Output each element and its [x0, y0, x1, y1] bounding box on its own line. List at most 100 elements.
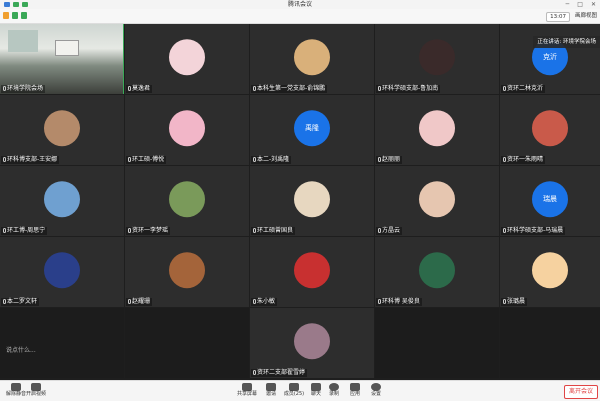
- participant-tile[interactable]: 莫逸君: [125, 24, 249, 94]
- minimize-icon[interactable]: ─: [566, 1, 570, 8]
- start-video-button[interactable]: 开启视频: [22, 383, 50, 398]
- meeting-timer: 13:07: [546, 12, 570, 22]
- participant-name-text: 环科博支部-王安娜: [7, 156, 58, 163]
- participant-name: 莫逸君: [126, 85, 153, 93]
- empty-tile: [500, 308, 600, 378]
- participant-tile[interactable]: 克沂 资环二林克沂: [500, 24, 600, 94]
- participant-name-text: 环工硕曾国良: [257, 227, 294, 234]
- participant-tile[interactable]: 赵耀珊: [125, 237, 249, 307]
- mic-muted-icon: [378, 299, 381, 304]
- avatar: [419, 110, 455, 147]
- participant-tile[interactable]: 环工硕曾国良: [250, 166, 374, 236]
- camera-icon: [31, 383, 41, 391]
- participant-name: 资环二林克沂: [501, 85, 546, 93]
- participant-tile[interactable]: 环科学硕支部-鲁加南: [375, 24, 499, 94]
- mic-muted-icon: [3, 299, 6, 304]
- avatar-initials: 禹隆: [294, 110, 330, 147]
- participant-name: 环工硕-傅悦: [126, 156, 167, 164]
- participant-tile[interactable]: 赵丽丽: [375, 95, 499, 165]
- mic-muted-icon: [3, 228, 6, 233]
- participant-name: 本科生第一党支部-俞锦鹏: [251, 85, 328, 93]
- active-speaker-tip: 正在讲话: 环境学院会场: [533, 36, 600, 48]
- participant-tile[interactable]: 资环二支部翟雪婷: [250, 308, 374, 378]
- participant-name-text: 资环一朱雨晴: [507, 156, 544, 163]
- participant-tile[interactable]: 本科生第一党支部-俞锦鹏: [250, 24, 374, 94]
- window-title: 腾讯会议: [287, 1, 312, 8]
- participant-name-text: 环工硕-傅悦: [132, 156, 165, 163]
- avatar: [169, 39, 205, 76]
- bottom-toolbar: 解除静音 开启视频 共享屏幕 邀请 成员(25) 聊天 录制 应用 设置 离开会…: [0, 380, 600, 401]
- participant-name: 赵丽丽: [376, 156, 403, 164]
- mic-muted-icon: [503, 157, 506, 162]
- avatar: [419, 181, 455, 218]
- view-toggle-button[interactable]: 画廊视图: [575, 12, 597, 20]
- security-icon[interactable]: [12, 12, 18, 19]
- participant-tile[interactable]: 环科博 吴俊良: [375, 237, 499, 307]
- avatar: [419, 252, 455, 289]
- apps-icon: [350, 383, 360, 391]
- avatar: [44, 181, 80, 218]
- participant-name-text: 本二罗文轩: [7, 298, 38, 305]
- participant-name: 资环二支部翟雪婷: [251, 369, 308, 377]
- participant-tile[interactable]: 方晶云: [375, 166, 499, 236]
- participant-name-text: 张璐晨: [507, 298, 526, 305]
- mic-muted-icon: [253, 370, 256, 375]
- participant-name-text: 赵丽丽: [382, 156, 401, 163]
- participant-name-text: 莫逸君: [132, 85, 151, 92]
- participant-name-text: 资环二支部翟雪婷: [257, 369, 306, 376]
- participant-tile[interactable]: 环境学院会场: [0, 24, 124, 94]
- mic-muted-icon: [503, 86, 506, 91]
- participant-name-text: 朱小敏: [257, 298, 276, 305]
- participant-name: 朱小敏: [251, 298, 278, 306]
- mic-muted-icon: [128, 86, 131, 91]
- avatar: [532, 110, 568, 147]
- avatar: [44, 110, 80, 147]
- info-icon[interactable]: [3, 12, 9, 19]
- avatar: [169, 252, 205, 289]
- participant-name: 赵耀珊: [126, 298, 153, 306]
- participant-tile[interactable]: 瑞晨环科学硕支部-马瑞晨: [500, 166, 600, 236]
- leave-meeting-button[interactable]: 离开会议: [563, 385, 598, 399]
- participant-name-text: 赵耀珊: [132, 298, 151, 305]
- participant-name-text: 环科博 吴俊良: [382, 298, 420, 305]
- mic-muted-icon: [253, 157, 256, 162]
- participant-name: 环科学硕支部-马瑞晨: [501, 227, 566, 235]
- video-feed: [0, 24, 123, 94]
- participant-tile[interactable]: 资环一李梦瑶: [125, 166, 249, 236]
- maximize-icon[interactable]: □: [577, 1, 583, 8]
- participant-grid: 环境学院会场 莫逸君 本科生第一党支部-俞锦鹏 环科学硕支部-鲁加南 克沂 资环二林克沂环…: [0, 24, 600, 380]
- share-screen-icon: [242, 383, 252, 391]
- avatar-initials: 瑞晨: [532, 181, 568, 218]
- mic-muted-icon: [253, 228, 256, 233]
- mic-muted-icon: [253, 299, 256, 304]
- participant-name-text: 方晶云: [382, 227, 401, 234]
- participant-tile[interactable]: 禹隆本二-刘禹隆: [250, 95, 374, 165]
- network-icon[interactable]: [21, 12, 27, 19]
- meeting-status-icons: [3, 12, 27, 19]
- mic-muted-icon: [128, 157, 131, 162]
- participant-name-text: 资环一李梦瑶: [132, 227, 169, 234]
- gear-icon: [371, 383, 381, 391]
- participant-tile[interactable]: 环工博-周思宁: [0, 166, 124, 236]
- participant-tile[interactable]: 环科博支部-王安娜: [0, 95, 124, 165]
- participant-tile[interactable]: 环工硕-傅悦: [125, 95, 249, 165]
- participant-name-text: 本科生第一党支部-俞锦鹏: [257, 85, 326, 92]
- empty-tile: [375, 308, 499, 378]
- empty-tile: [0, 308, 124, 378]
- participant-tile[interactable]: 朱小敏: [250, 237, 374, 307]
- avatar: [294, 323, 330, 360]
- participant-tile[interactable]: 张璐晨: [500, 237, 600, 307]
- close-icon[interactable]: ✕: [591, 1, 596, 8]
- participant-name: 环工硕曾国良: [251, 227, 296, 235]
- mic-muted-icon: [3, 86, 6, 91]
- participant-name-text: 本二-刘禹隆: [257, 156, 290, 163]
- participant-tile[interactable]: 本二罗文轩: [0, 237, 124, 307]
- avatar: [294, 181, 330, 218]
- settings-button[interactable]: 设置: [362, 383, 390, 398]
- participant-tile[interactable]: 资环一朱雨晴: [500, 95, 600, 165]
- chat-input-snippet[interactable]: 说点什么...: [6, 345, 36, 354]
- mic-muted-icon: [503, 299, 506, 304]
- participant-name: 环工博-周思宁: [1, 227, 48, 235]
- mic-muted-icon: [503, 228, 506, 233]
- avatar: [169, 181, 205, 218]
